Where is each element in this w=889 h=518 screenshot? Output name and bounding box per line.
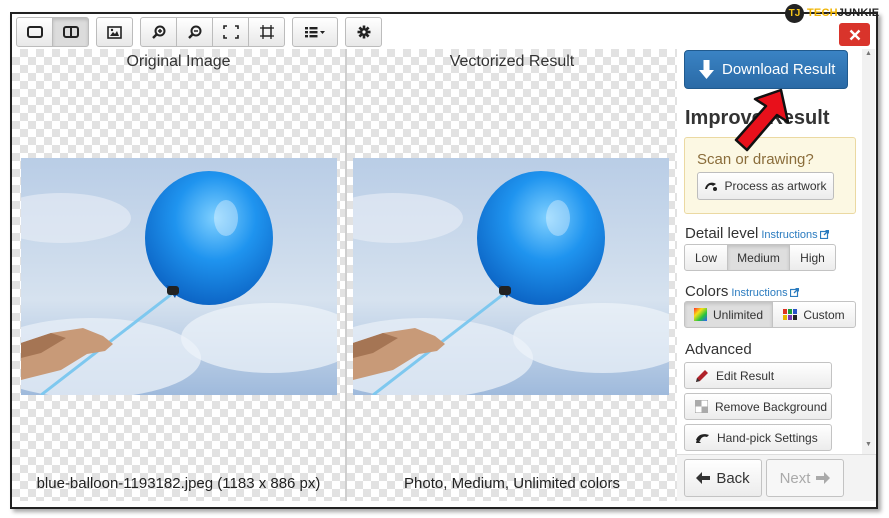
- remove-background-label: Remove Background: [715, 399, 828, 414]
- colors-unlimited-label: Unlimited: [712, 307, 763, 322]
- brand-name-part2: JUNKIE: [837, 7, 880, 19]
- result-settings-caption: Photo, Medium, Unlimited colors: [404, 475, 620, 492]
- list-menu-group: [292, 17, 338, 47]
- close-button[interactable]: [839, 23, 870, 46]
- gear-icon: [357, 25, 370, 39]
- brand-watermark: TJ TECHJUNKIE: [785, 3, 879, 23]
- scroll-down-arrow-icon[interactable]: ▼: [865, 441, 872, 448]
- sidebar-scrollbar[interactable]: [862, 49, 875, 454]
- list-menu-icon: [305, 27, 325, 38]
- back-label: Back: [716, 469, 750, 487]
- next-label: Next: [779, 469, 811, 487]
- checkerboard-icon: [695, 400, 708, 413]
- brand-name-part1: TECH: [807, 7, 838, 19]
- pencil-icon: [696, 369, 708, 382]
- split-view-icon: [62, 26, 79, 38]
- external-link-icon: [789, 288, 799, 297]
- actual-size-button[interactable]: [248, 17, 285, 47]
- zoom-out-icon: [187, 25, 201, 39]
- download-arrow-icon: [699, 59, 714, 79]
- close-icon: [849, 29, 860, 40]
- zoom-out-button[interactable]: [176, 17, 213, 47]
- scroll-up-arrow-icon[interactable]: ▲: [865, 50, 872, 57]
- settings-button[interactable]: [345, 17, 382, 47]
- fit-frame-icon: [222, 25, 239, 39]
- pane-title: Original Image: [126, 53, 231, 70]
- annotation-arrow-icon: [734, 88, 789, 152]
- image-group: [96, 17, 133, 47]
- image-icon: [107, 25, 122, 39]
- detail-level-text: Detail level: [685, 225, 759, 242]
- process-as-artwork-label: Process as artwork: [724, 179, 827, 193]
- process-as-artwork-button[interactable]: Process as artwork: [697, 172, 834, 200]
- detail-high-button[interactable]: High: [789, 244, 836, 271]
- advanced-label: Advanced: [685, 341, 752, 358]
- image-button[interactable]: [96, 17, 133, 47]
- color-spectrum-icon: [693, 308, 707, 321]
- detail-medium-button[interactable]: Medium: [727, 244, 790, 271]
- detail-level-label: Detail level Instructions: [685, 225, 829, 242]
- colors-unlimited-button[interactable]: Unlimited: [684, 301, 773, 328]
- single-view-icon: [26, 26, 43, 38]
- detail-level-instructions-text: Instructions: [761, 229, 818, 241]
- hand-pick-icon: [696, 433, 709, 443]
- settings-group: [345, 17, 382, 47]
- detail-level-selector: Low Medium High: [684, 244, 836, 271]
- zoom-in-icon: [151, 25, 165, 39]
- view-mode-group: [16, 17, 89, 47]
- download-result-label: Download Result: [722, 61, 836, 78]
- zoom-in-button[interactable]: [140, 17, 177, 47]
- toolbar: [16, 17, 382, 47]
- list-menu-button[interactable]: [292, 17, 338, 47]
- download-result-button[interactable]: Download Result: [684, 50, 848, 89]
- arrow-left-icon: [696, 472, 711, 484]
- zoom-group: [140, 17, 285, 47]
- edit-result-label: Edit Result: [716, 368, 775, 383]
- split-view-button[interactable]: [52, 17, 89, 47]
- colors-label: Colors Instructions: [685, 283, 799, 300]
- remove-background-button[interactable]: Remove Background: [684, 393, 832, 420]
- image-file-caption: blue-balloon-1193182.jpeg (1183 x 886 px…: [36, 475, 321, 492]
- original-image-pane: Original Image blue-balloon-1193182.jpeg…: [12, 49, 345, 501]
- colors-custom-label: Custom: [803, 307, 845, 322]
- hand-pick-settings-button[interactable]: Hand-pick Settings: [684, 424, 832, 451]
- detail-level-instructions-link[interactable]: Instructions: [761, 229, 829, 241]
- next-button[interactable]: Next: [766, 459, 844, 497]
- actual-size-icon: [259, 25, 274, 39]
- colors-selector: Unlimited Custom: [684, 301, 856, 328]
- edit-result-button[interactable]: Edit Result: [684, 362, 832, 389]
- balloon-photo: [21, 158, 337, 395]
- pane-title: Vectorized Result: [449, 53, 575, 70]
- colors-instructions-text: Instructions: [731, 287, 788, 299]
- arrow-right-icon: [816, 472, 831, 484]
- single-view-button[interactable]: [16, 17, 53, 47]
- brand-logo: TJ: [785, 3, 804, 23]
- vectorized-result-pane: Vectorized Result Photo, Medium, Unlimit…: [347, 49, 677, 501]
- artwork-icon: [705, 182, 718, 191]
- brand-name: TECHJUNKIE: [807, 7, 879, 19]
- vectorized-image[interactable]: [353, 158, 669, 395]
- back-button[interactable]: Back: [684, 459, 762, 497]
- fit-frame-button[interactable]: [212, 17, 249, 47]
- hand-pick-settings-label: Hand-pick Settings: [717, 430, 818, 445]
- external-link-icon: [819, 230, 829, 239]
- color-palette-icon: [783, 309, 798, 320]
- colors-instructions-link[interactable]: Instructions: [731, 287, 799, 299]
- detail-low-button[interactable]: Low: [684, 244, 728, 271]
- original-image[interactable]: [21, 158, 337, 395]
- colors-text: Colors: [685, 283, 729, 300]
- colors-custom-button[interactable]: Custom: [772, 301, 856, 328]
- balloon-vector: [353, 158, 669, 395]
